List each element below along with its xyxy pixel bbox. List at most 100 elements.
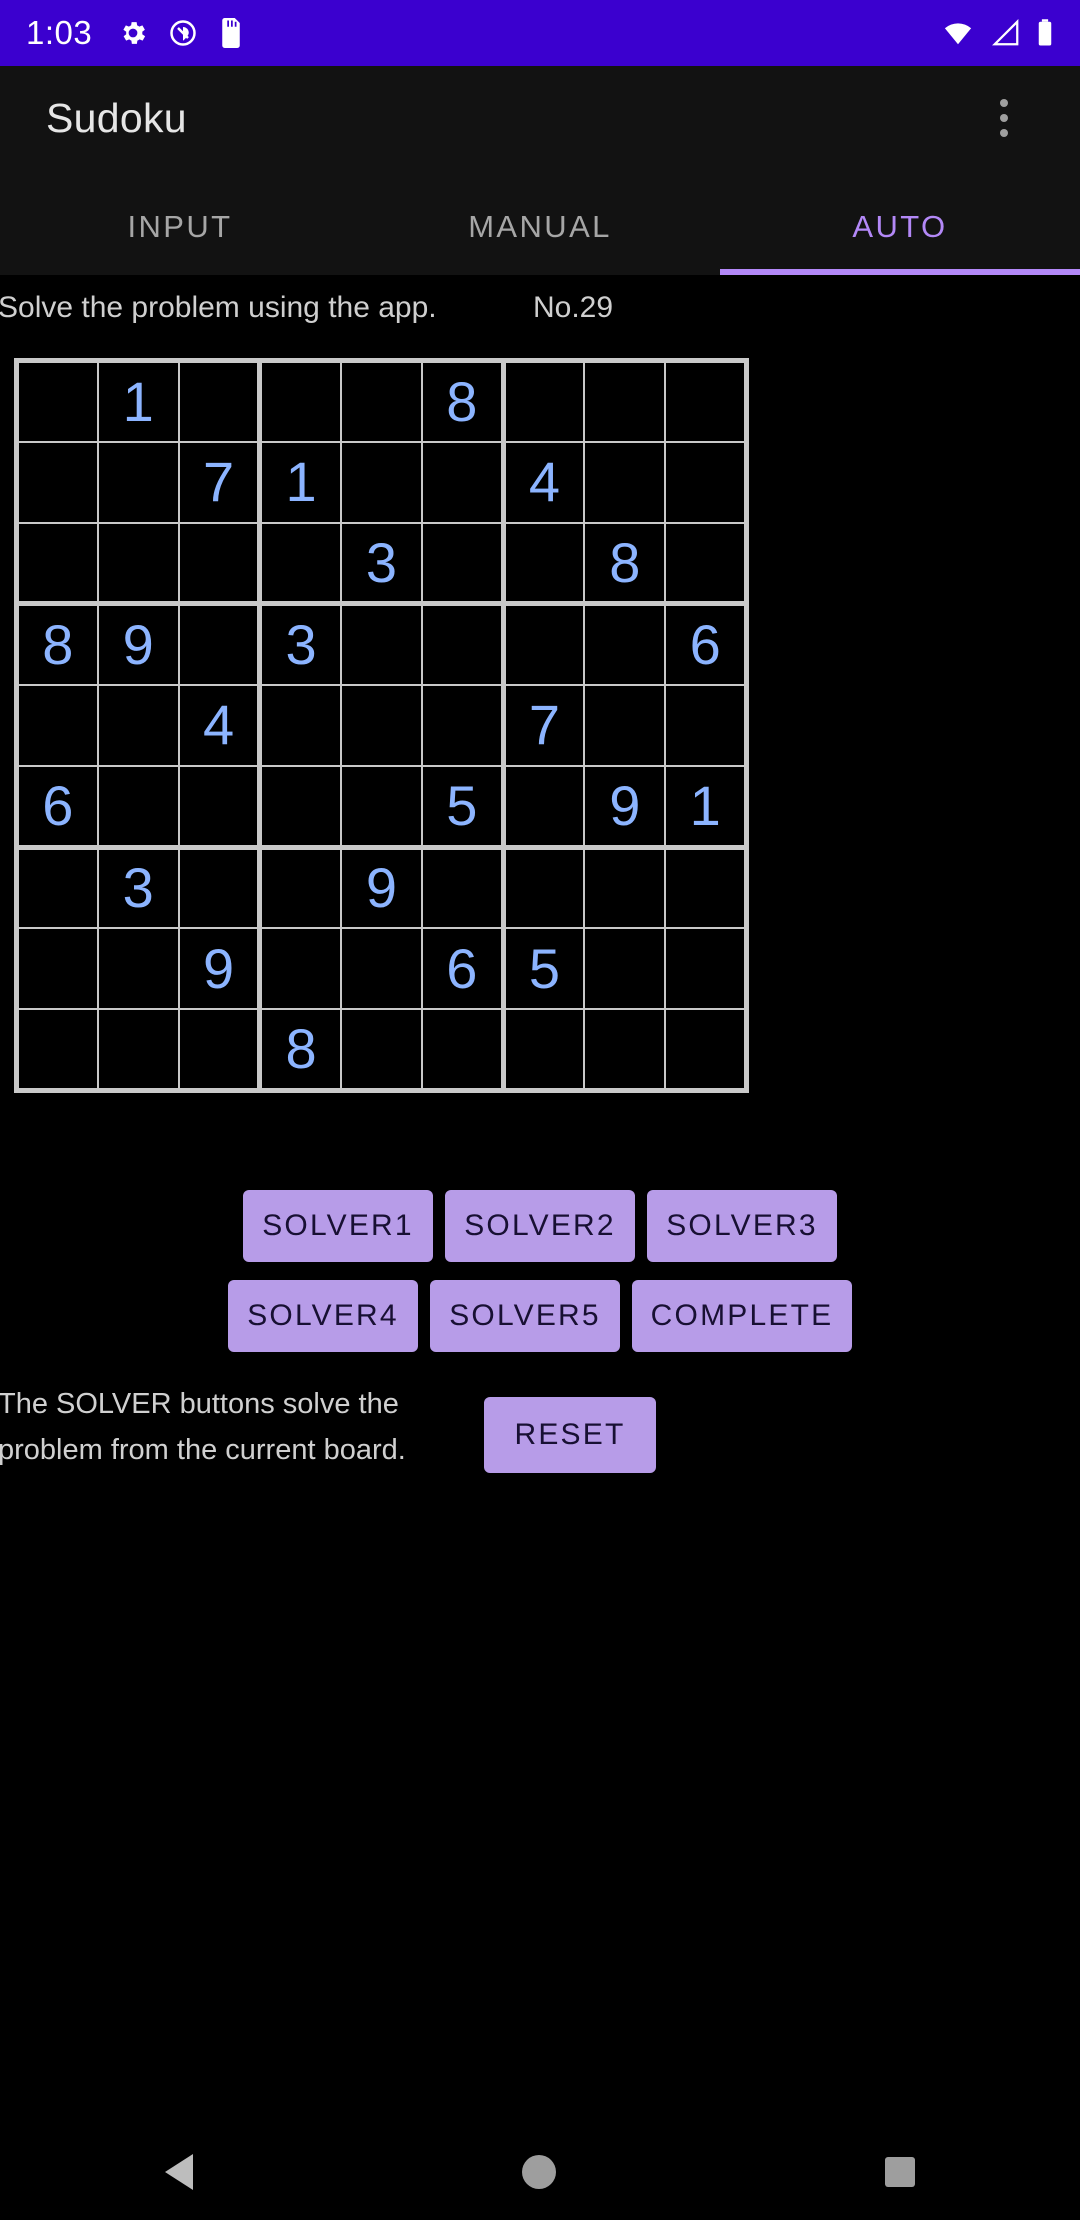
sudoku-cell-r2c1[interactable] [15, 440, 99, 524]
sudoku-cell-r1c5[interactable] [339, 359, 424, 443]
sudoku-cell-r3c3[interactable] [177, 521, 263, 607]
tab-input[interactable]: INPUT [0, 209, 360, 275]
sudoku-cell-r9c9[interactable] [664, 1008, 748, 1092]
sudoku-cell-r9c2[interactable] [96, 1008, 180, 1092]
sudoku-cell-r3c6[interactable] [421, 521, 506, 607]
sudoku-cell-r7c7[interactable] [502, 846, 586, 930]
sudoku-cell-r5c2[interactable] [96, 683, 180, 768]
sudoku-cell-r1c3[interactable] [177, 359, 263, 443]
sudoku-cell-r6c6[interactable]: 5 [421, 765, 506, 850]
sudoku-cell-r4c7[interactable] [502, 602, 586, 686]
sudoku-cell-r2c4[interactable]: 1 [258, 440, 342, 524]
sudoku-cell-r5c8[interactable] [583, 683, 667, 768]
more-vert-icon[interactable] [974, 88, 1034, 148]
sudoku-cell-r2c8[interactable] [583, 440, 667, 524]
sudoku-cell-r7c4[interactable] [258, 846, 342, 930]
sudoku-cell-r9c4[interactable]: 8 [258, 1008, 342, 1092]
complete-button[interactable]: COMPLETE [632, 1280, 852, 1352]
sudoku-cell-r2c2[interactable] [96, 440, 180, 524]
sudoku-cell-r1c6[interactable]: 8 [421, 359, 506, 443]
sudoku-cell-r6c5[interactable] [339, 765, 424, 850]
sudoku-row: 8 [15, 1008, 748, 1092]
sudoku-cell-r1c4[interactable] [258, 359, 342, 443]
sudoku-cell-r8c7[interactable]: 5 [502, 927, 586, 1011]
sudoku-cell-r7c6[interactable] [421, 846, 506, 930]
sudoku-cell-r5c4[interactable] [258, 683, 342, 768]
sudoku-board[interactable]: 18714388936476591399658 [14, 358, 749, 1093]
sudoku-cell-r8c4[interactable] [258, 927, 342, 1011]
sudoku-cell-r1c9[interactable] [664, 359, 748, 443]
sudoku-cell-r9c8[interactable] [583, 1008, 667, 1092]
sudoku-cell-r7c8[interactable] [583, 846, 667, 930]
sudoku-cell-r3c5[interactable]: 3 [339, 521, 424, 607]
sudoku-cell-r6c4[interactable] [258, 765, 342, 850]
sudoku-cell-r5c5[interactable] [339, 683, 424, 768]
sudoku-cell-r2c3[interactable]: 7 [177, 440, 263, 524]
sudoku-cell-r5c6[interactable] [421, 683, 506, 768]
sudoku-cell-r4c1[interactable]: 8 [15, 602, 99, 686]
sudoku-cell-r9c1[interactable] [15, 1008, 99, 1092]
sudoku-cell-r2c5[interactable] [339, 440, 424, 524]
sudoku-cell-r4c8[interactable] [583, 602, 667, 686]
sudoku-cell-r5c9[interactable] [664, 683, 748, 768]
solver1-button[interactable]: SOLVER1 [243, 1190, 433, 1262]
sudoku-cell-r4c5[interactable] [339, 602, 424, 686]
sudoku-cell-r9c6[interactable] [421, 1008, 506, 1092]
sudoku-cell-r8c8[interactable] [583, 927, 667, 1011]
sudoku-cell-r5c1[interactable] [15, 683, 99, 768]
sudoku-cell-r8c2[interactable] [96, 927, 180, 1011]
sudoku-cell-r7c1[interactable] [15, 846, 99, 930]
sudoku-cell-r2c7[interactable]: 4 [502, 440, 586, 524]
sudoku-cell-r6c9[interactable]: 1 [664, 765, 748, 850]
sudoku-row: 47 [15, 683, 748, 768]
sudoku-cell-r2c9[interactable] [664, 440, 748, 524]
page-title: Sudoku [46, 94, 187, 141]
instruction-text: Solve the problem using the app. [0, 291, 437, 324]
sudoku-cell-r1c2[interactable]: 1 [96, 359, 180, 443]
sudoku-cell-r3c4[interactable] [258, 521, 342, 607]
tab-auto[interactable]: AUTO [720, 209, 1080, 275]
sudoku-cell-r7c2[interactable]: 3 [96, 846, 180, 930]
sudoku-cell-r9c5[interactable] [339, 1008, 424, 1092]
sudoku-cell-r6c1[interactable]: 6 [15, 765, 99, 850]
solver3-button[interactable]: SOLVER3 [647, 1190, 837, 1262]
sudoku-cell-r8c1[interactable] [15, 927, 99, 1011]
sudoku-cell-r3c1[interactable] [15, 521, 99, 607]
sudoku-cell-r4c4[interactable]: 3 [258, 602, 342, 686]
sudoku-cell-r7c3[interactable] [177, 846, 263, 930]
sudoku-cell-r4c9[interactable]: 6 [664, 602, 748, 686]
sudoku-cell-r1c1[interactable] [15, 359, 99, 443]
back-triangle-icon[interactable] [164, 2154, 193, 2190]
sudoku-cell-r6c7[interactable] [502, 765, 586, 850]
sudoku-cell-r5c7[interactable]: 7 [502, 683, 586, 768]
sudoku-cell-r8c5[interactable] [339, 927, 424, 1011]
sudoku-cell-r9c3[interactable] [177, 1008, 263, 1092]
reset-button[interactable]: RESET [484, 1397, 656, 1473]
sudoku-cell-r8c3[interactable]: 9 [177, 927, 263, 1011]
sudoku-cell-r6c2[interactable] [96, 765, 180, 850]
sudoku-cell-r4c2[interactable]: 9 [96, 602, 180, 686]
sudoku-cell-r3c2[interactable] [96, 521, 180, 607]
sudoku-cell-r4c6[interactable] [421, 602, 506, 686]
sudoku-cell-r1c8[interactable] [583, 359, 667, 443]
solver4-button[interactable]: SOLVER4 [228, 1280, 418, 1352]
sudoku-cell-r6c3[interactable] [177, 765, 263, 850]
sudoku-cell-r5c3[interactable]: 4 [177, 683, 263, 768]
sudoku-cell-r6c8[interactable]: 9 [583, 765, 667, 850]
sudoku-cell-r2c6[interactable] [421, 440, 506, 524]
sudoku-cell-r4c3[interactable] [177, 602, 263, 686]
solver2-button[interactable]: SOLVER2 [445, 1190, 635, 1262]
sudoku-cell-r8c6[interactable]: 6 [421, 927, 506, 1011]
recents-square-icon[interactable] [885, 2157, 916, 2187]
solver5-button[interactable]: SOLVER5 [430, 1280, 620, 1352]
sudoku-cell-r9c7[interactable] [502, 1008, 586, 1092]
sudoku-cell-r8c9[interactable] [664, 927, 748, 1011]
home-circle-icon[interactable] [521, 2155, 556, 2189]
sudoku-cell-r1c7[interactable] [502, 359, 586, 443]
tab-manual[interactable]: MANUAL [360, 209, 720, 275]
sudoku-cell-r3c9[interactable] [664, 521, 748, 607]
sudoku-cell-r7c9[interactable] [664, 846, 748, 930]
sudoku-cell-r3c8[interactable]: 8 [583, 521, 667, 607]
sudoku-cell-r7c5[interactable]: 9 [339, 846, 424, 930]
sudoku-cell-r3c7[interactable] [502, 521, 586, 607]
